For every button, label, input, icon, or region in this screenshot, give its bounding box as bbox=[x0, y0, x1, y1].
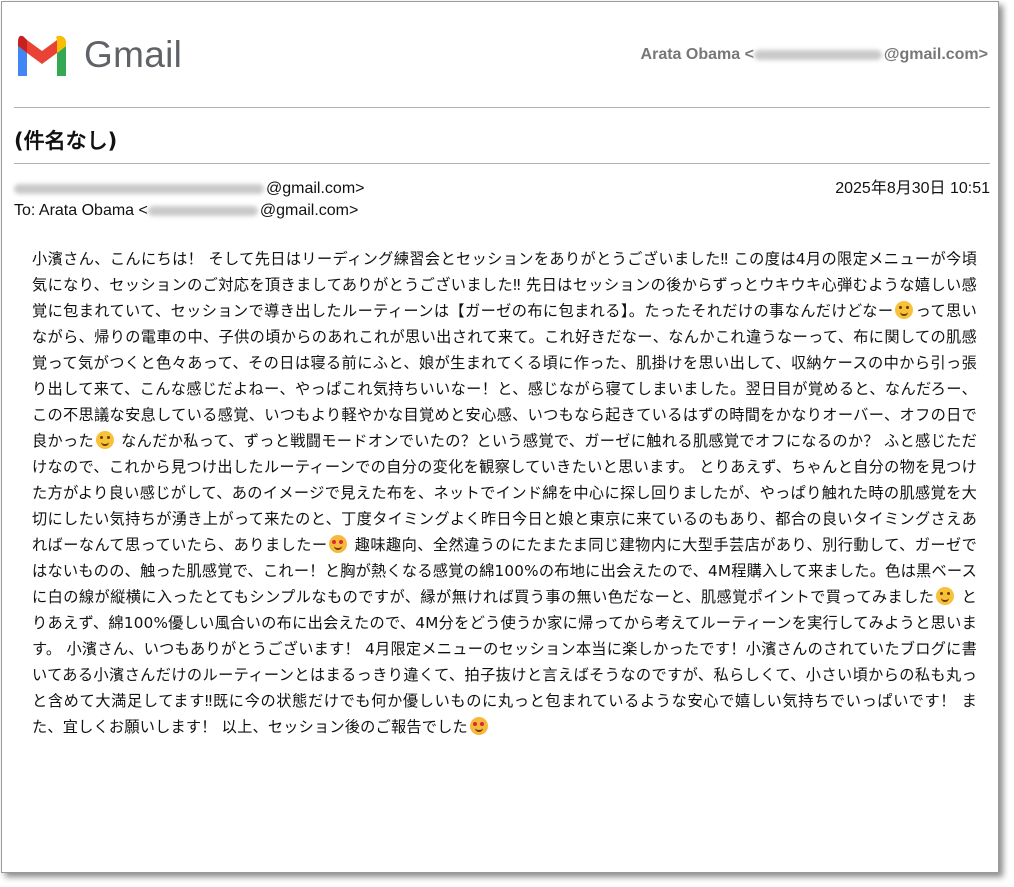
smiling-face-with-hearts-icon bbox=[329, 535, 348, 553]
email-subject: (件名なし) bbox=[14, 129, 118, 153]
smiling-face-with-hearts-icon bbox=[469, 717, 488, 735]
email-meta: @gmail.com> 2025年8月30日 10:51 To: Arata O… bbox=[14, 178, 990, 222]
body-segment: とりあえず、綿100%優しい風合いの布に出会えたので、4M分をどう使うか家に帰っ… bbox=[32, 588, 977, 736]
smiling-face-icon bbox=[895, 301, 914, 319]
account-email-domain: @gmail.com> bbox=[883, 46, 988, 63]
account-bracket: < bbox=[744, 46, 754, 63]
recipient-row: To: Arata Obama < @gmail.com> bbox=[14, 200, 990, 222]
gmail-wordmark: Gmail bbox=[84, 34, 183, 75]
account-info: Arata Obama < @gmail.com> bbox=[641, 46, 988, 64]
recipient-email-domain: @gmail.com> bbox=[259, 202, 359, 219]
sender-email-domain: @gmail.com> bbox=[266, 180, 365, 197]
redacted-email-local-part bbox=[753, 49, 882, 60]
redacted-recipient-local-part bbox=[147, 205, 258, 216]
gmail-m-icon bbox=[18, 35, 66, 76]
print-header: Gmail Arata Obama < @gmail.com> bbox=[2, 2, 998, 108]
email-date: 2025年8月30日 10:51 bbox=[835, 180, 990, 197]
account-name: Arata Obama bbox=[640, 46, 741, 63]
header-divider bbox=[14, 107, 990, 108]
printed-email-page: Gmail Arata Obama < @gmail.com> (件名なし) @g… bbox=[1, 1, 999, 873]
recipient-prefix: To: Arata Obama < bbox=[14, 202, 148, 219]
subject-divider bbox=[14, 163, 990, 164]
email-body: 小濱さん、こんにちは！ そして先日はリーディング練習会とセッションをありがとうご… bbox=[32, 246, 977, 740]
gmail-logo: Gmail bbox=[14, 34, 182, 76]
smiling-face-icon bbox=[936, 587, 955, 605]
redacted-sender bbox=[14, 183, 264, 194]
body-segment: って思いながら、帰りの電車の中、子供の頃からのあれこれが思い出されて来て。これ好… bbox=[32, 302, 977, 450]
grinning-face-icon bbox=[96, 431, 115, 449]
sender-row: @gmail.com> 2025年8月30日 10:51 bbox=[14, 178, 990, 200]
body-segment: 小濱さん、こんにちは！ そして先日はリーディング練習会とセッションをありがとうご… bbox=[32, 250, 977, 320]
